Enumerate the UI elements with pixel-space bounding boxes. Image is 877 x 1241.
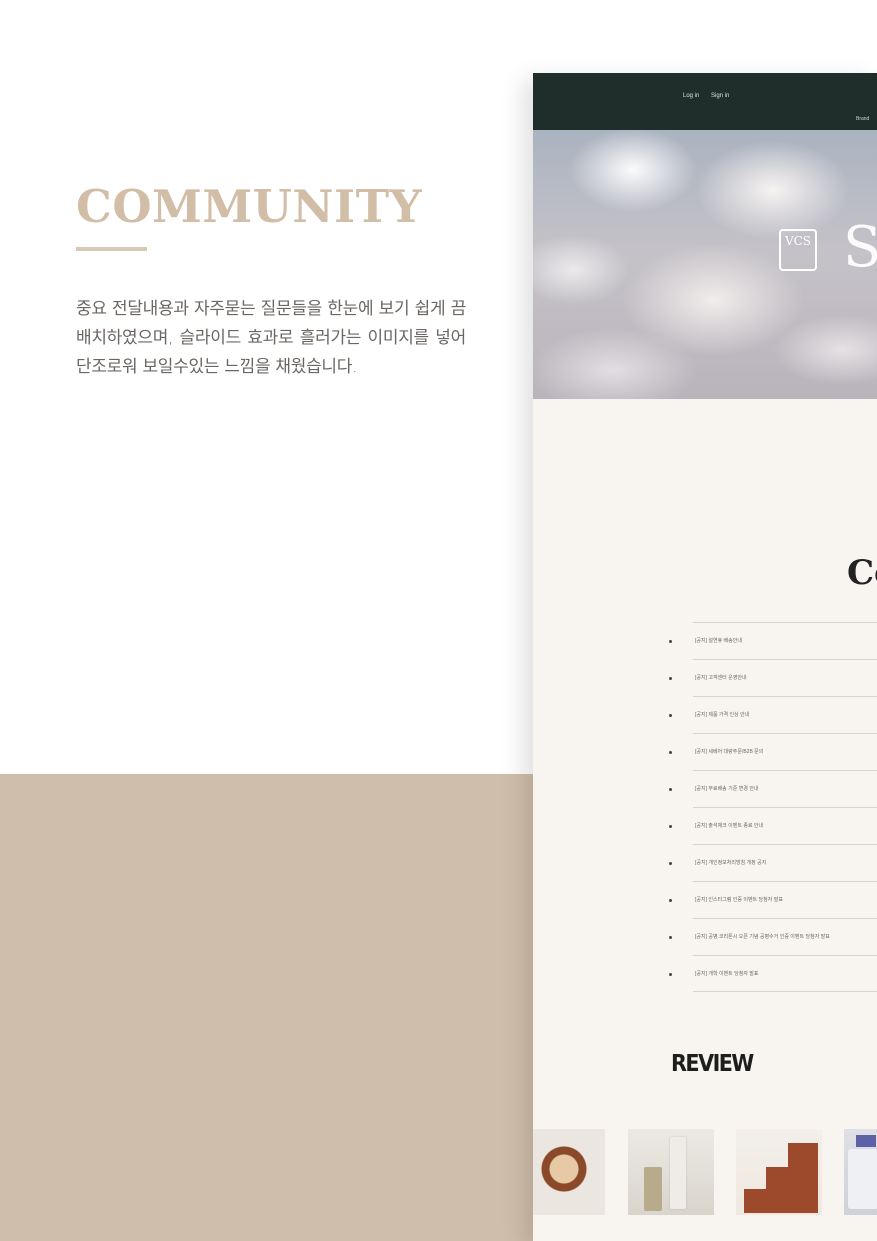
bottle-shape xyxy=(644,1167,662,1211)
review-thumbnail-cream-jar[interactable] xyxy=(533,1129,605,1215)
notice-item[interactable]: [공지] 제품 가격 인상 안내 xyxy=(669,696,877,733)
bullet-icon xyxy=(669,751,672,754)
bullet-icon xyxy=(669,677,672,680)
notice-title: [공지] 무료배송 기준 변경 안내 xyxy=(695,786,759,792)
notice-item[interactable]: [공지] 설연휴 배송안내 xyxy=(669,622,877,659)
signin-link[interactable]: Sign in xyxy=(711,93,729,99)
brand-logo-icon: VCS xyxy=(779,229,817,271)
notice-title: [공지] 제품 가격 인상 안내 xyxy=(695,712,750,718)
notice-item[interactable]: [공지] 세베어 대량주문/B2B 문의 xyxy=(669,733,877,770)
bullet-icon xyxy=(669,973,672,976)
intro-section: COMMUNITY 중요 전달내용과 자주묻는 질문들을 한눈에 보기 쉽게 끔… xyxy=(76,178,466,382)
bullet-icon xyxy=(669,825,672,828)
tube-shape xyxy=(670,1137,686,1209)
website-preview: Log in Sign in Brand VCS S Co [공지] 설연휴 배… xyxy=(533,73,877,1241)
notice-title: [공지] 출석체크 이벤트 종료 안내 xyxy=(695,823,764,829)
notice-title: [공지] 고객센터 운영안내 xyxy=(695,675,747,681)
review-thumbnail-ampoules[interactable] xyxy=(736,1129,822,1215)
title-underline xyxy=(76,247,147,251)
notice-list: [공지] 설연휴 배송안내 [공지] 고객센터 운영안내 [공지] 제품 가격 … xyxy=(669,622,877,992)
ampoule-shape xyxy=(788,1143,818,1213)
review-thumbnail-bottles[interactable] xyxy=(628,1129,714,1215)
brand-menu-link[interactable]: Brand xyxy=(856,116,869,122)
notice-item[interactable]: [공지] 출석체크 이벤트 종료 안내 xyxy=(669,807,877,844)
community-heading: Co xyxy=(847,553,877,593)
review-heading: REVIEW xyxy=(671,1051,754,1077)
notice-title: [공지] 설연휴 배송안내 xyxy=(695,638,742,644)
notice-title: [공지] 세베어 대량주문/B2B 문의 xyxy=(695,749,764,755)
bullet-icon xyxy=(669,788,672,791)
section-description: 중요 전달내용과 자주묻는 질문들을 한눈에 보기 쉽게 끔 배치하였으며, 슬… xyxy=(76,299,466,377)
preview-top-nav: Log in Sign in Brand xyxy=(533,73,877,130)
notice-title: [공지] 개인정보처리방침 개정 공지 xyxy=(695,860,767,866)
notice-item[interactable]: [공지] 공병 코리톤시 오픈 기념 공병수거 인증 이벤트 당첨자 발표 xyxy=(669,918,877,955)
hero-cloud-banner: VCS S xyxy=(533,130,877,399)
notice-title: [공지] 공병 코리톤시 오픈 기념 공병수거 인증 이벤트 당첨자 발표 xyxy=(695,934,830,940)
brand-wordmark: S xyxy=(843,215,877,280)
notice-item[interactable]: [공지] 고객센터 운영안내 xyxy=(669,659,877,696)
notice-item[interactable]: [공지] 개학 이벤트 당첨자 발표 xyxy=(669,955,877,992)
login-link[interactable]: Log in xyxy=(683,93,699,99)
bullet-icon xyxy=(669,936,672,939)
bullet-icon xyxy=(669,862,672,865)
notice-title: [공지] 인스타그램 인증 이벤트 당첨자 발표 xyxy=(695,897,783,903)
bullet-icon xyxy=(669,714,672,717)
section-title: COMMUNITY xyxy=(76,180,423,233)
notice-title: [공지] 개학 이벤트 당첨자 발표 xyxy=(695,971,759,977)
notice-item[interactable]: [공지] 무료배송 기준 변경 안내 xyxy=(669,770,877,807)
bullet-icon xyxy=(669,899,672,902)
serum-cap-shape xyxy=(856,1135,876,1147)
review-thumbnail-serum[interactable] xyxy=(844,1129,877,1215)
notice-item[interactable]: [공지] 개인정보처리방침 개정 공지 xyxy=(669,844,877,881)
bullet-icon xyxy=(669,640,672,643)
serum-bottle-shape xyxy=(848,1149,877,1209)
notice-item[interactable]: [공지] 인스타그램 인증 이벤트 당첨자 발표 xyxy=(669,881,877,918)
